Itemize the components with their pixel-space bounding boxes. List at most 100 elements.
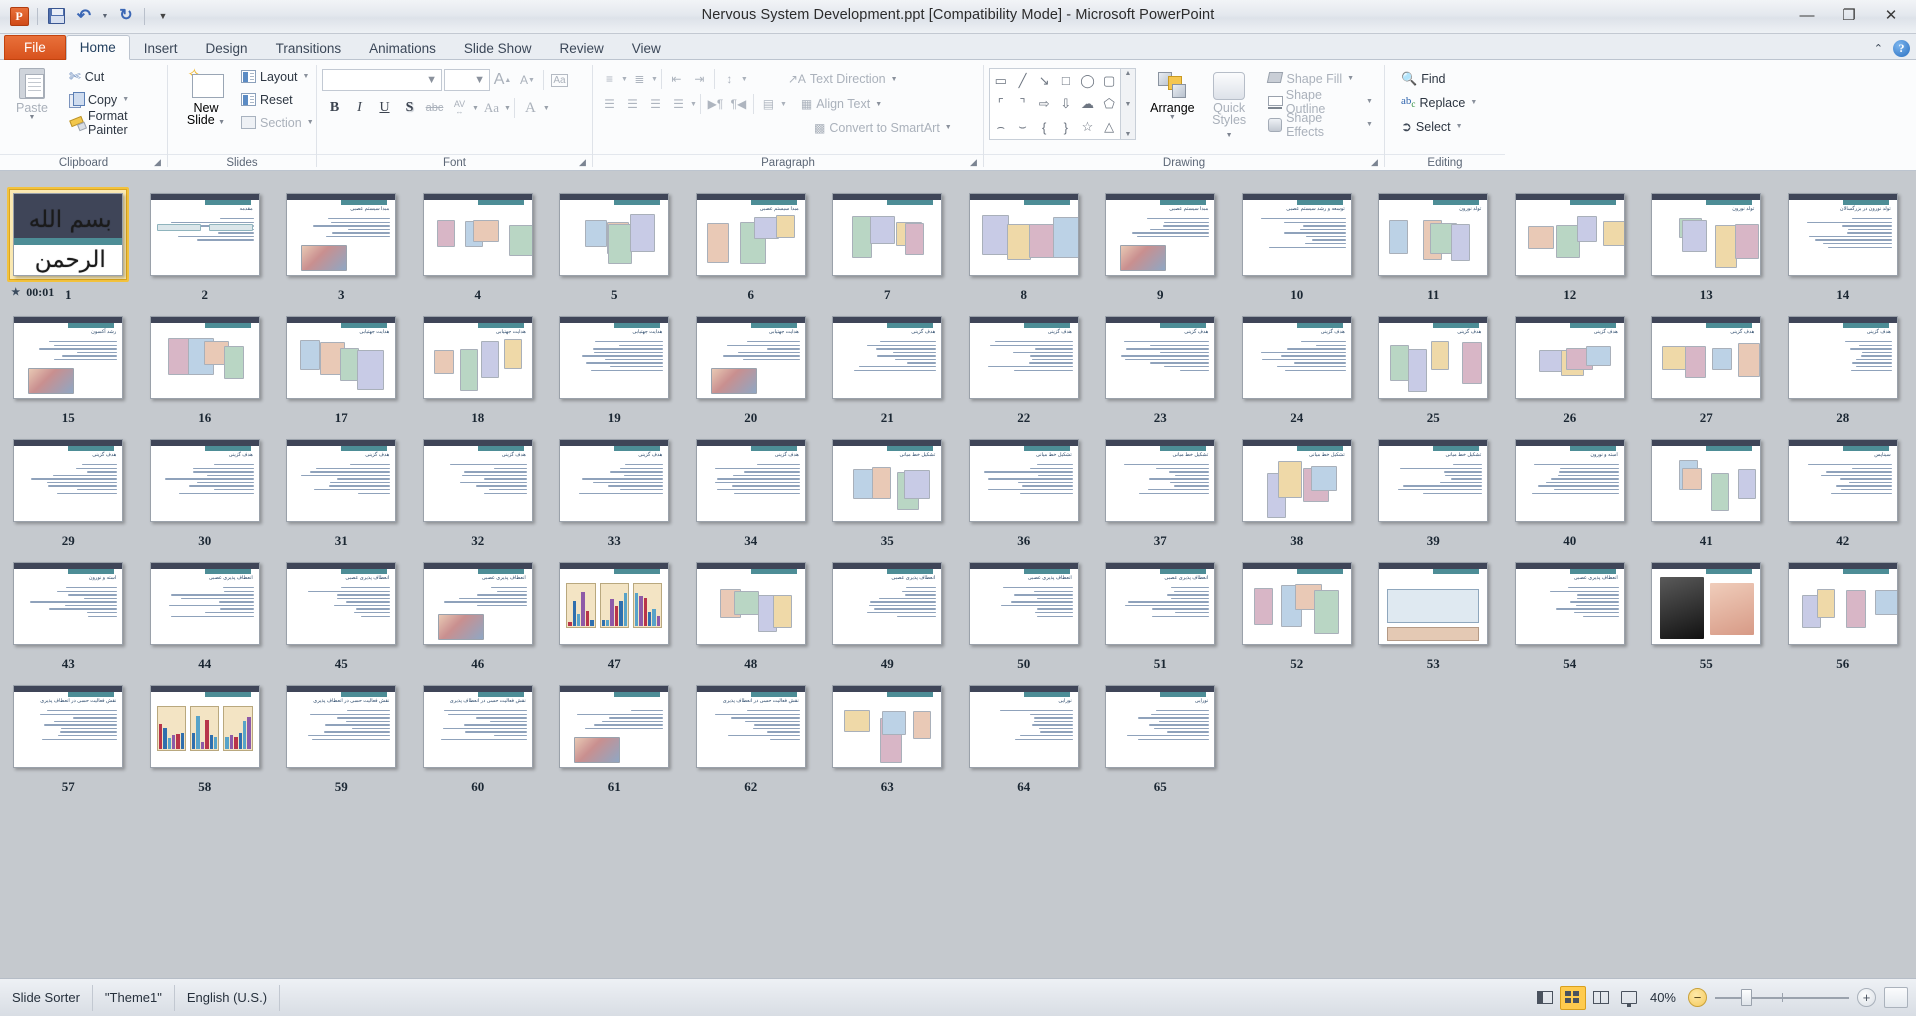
view-normal-button[interactable] xyxy=(1532,986,1558,1010)
shape-pentagon[interactable]: ⬠ xyxy=(1098,92,1120,115)
slide-thumbnail-55[interactable] xyxy=(1645,556,1767,651)
slide-thumbnail-17[interactable]: هدایت جهتیابی xyxy=(280,310,402,405)
slide-cell[interactable]: 5 xyxy=(546,180,683,303)
help-icon[interactable]: ? xyxy=(1893,40,1910,57)
slide-cell[interactable]: مبدا سیستم عصبی 6 xyxy=(683,180,820,303)
shapes-more-icon[interactable]: ▼ xyxy=(1125,131,1132,138)
shapes-scrollbar[interactable]: ▲ ▼ ▼ xyxy=(1121,68,1136,140)
shapes-grid[interactable]: ▭ ╱ ↘ □ ◯ ▢ ⌜ ⌝ ⇨ ⇩ ☁ ⬠ ⌢ ⌣ { } ☆ △ xyxy=(989,68,1121,140)
slide-thumbnail-46[interactable]: انعطاف پذیری عصبی xyxy=(417,556,539,651)
slide-thumbnail-4[interactable] xyxy=(417,187,539,282)
numbering-button[interactable]: ≣ xyxy=(628,68,651,90)
zoom-level-label[interactable]: 40% xyxy=(1644,990,1686,1005)
slide-thumbnail-41[interactable] xyxy=(1645,433,1767,528)
zoom-out-button[interactable]: − xyxy=(1688,988,1707,1007)
tab-review[interactable]: Review xyxy=(545,35,617,60)
slide-cell[interactable]: 63 xyxy=(819,672,956,795)
slide-cell[interactable]: هدایت جهتیابی 17 xyxy=(273,303,410,426)
slide-cell[interactable]: تولد نورون 13 xyxy=(1638,180,1775,303)
slide-cell[interactable]: 53 xyxy=(1365,549,1502,672)
copy-button[interactable]: Copy ▼ xyxy=(63,89,162,110)
slide-cell[interactable]: مبدا سیستم عصبی 3 xyxy=(273,180,410,303)
shapes-gallery[interactable]: ▭ ╱ ↘ □ ◯ ▢ ⌜ ⌝ ⇨ ⇩ ☁ ⬠ ⌢ ⌣ { } ☆ △ ▲ ▼ … xyxy=(989,68,1136,140)
format-painter-button[interactable]: Format Painter xyxy=(63,109,162,137)
slide-cell[interactable]: نقش فعالیت حسی در انعطاف پذیری 57 xyxy=(0,672,137,795)
reset-button[interactable]: Reset xyxy=(235,89,320,110)
slide-cell[interactable]: هدایت جهتیابی 20 xyxy=(683,303,820,426)
align-left-button[interactable]: ☰ xyxy=(598,93,621,115)
collapse-ribbon-icon[interactable]: ⌃ xyxy=(1874,42,1883,55)
slide-cell[interactable]: هدایت جهتیابی 19 xyxy=(546,303,683,426)
slide-thumbnail-32[interactable]: هدف گزینی xyxy=(417,433,539,528)
tab-file[interactable]: File xyxy=(4,35,66,60)
slide-thumbnail-19[interactable]: هدایت جهتیابی xyxy=(553,310,675,405)
slide-cell[interactable]: تشکیل خط میانی 35 xyxy=(819,426,956,549)
slide-sorter-pane[interactable]: بسم الله الرحمن الرحيم ★00:011مقدمه2مبدا… xyxy=(0,174,1916,978)
slide-cell[interactable]: هدف گزینی 34 xyxy=(683,426,820,549)
slide-thumbnail-48[interactable] xyxy=(690,556,812,651)
text-direction-button[interactable]: ↗A Text Direction ▼ xyxy=(782,69,904,90)
shape-fill-button[interactable]: Shape Fill ▼ xyxy=(1262,68,1379,89)
slide-thumbnail-26[interactable]: هدف گزینی xyxy=(1509,310,1631,405)
ltr-direction-button[interactable]: ▶¶ xyxy=(704,93,727,115)
slide-thumbnail-29[interactable]: هدف گزینی xyxy=(7,433,129,528)
slide-cell[interactable]: هدف گزینی 21 xyxy=(819,303,956,426)
view-reading-button[interactable] xyxy=(1588,986,1614,1010)
slide-cell[interactable]: نورایی 65 xyxy=(1092,672,1229,795)
slide-thumbnail-60[interactable]: نقش فعالیت حسی در انعطاف پذیری xyxy=(417,679,539,774)
shape-right-brace[interactable]: } xyxy=(1055,116,1077,139)
slide-thumbnail-52[interactable] xyxy=(1236,556,1358,651)
convert-smartart-button[interactable]: ▩ Convert to SmartArt ▼ xyxy=(808,117,958,138)
slide-thumbnail-63[interactable] xyxy=(826,679,948,774)
office-logo-icon[interactable]: P xyxy=(6,4,32,28)
slide-thumbnail-23[interactable]: هدف گزینی xyxy=(1099,310,1221,405)
customize-qat-icon[interactable]: ▼ xyxy=(150,4,176,28)
character-spacing-button[interactable]: AV ↔ xyxy=(447,96,472,120)
shrink-font-button[interactable]: A ▼ xyxy=(515,68,540,92)
shape-rectangle[interactable]: □ xyxy=(1055,69,1077,92)
shape-rounded-rect[interactable]: ▢ xyxy=(1098,69,1120,92)
tab-insert[interactable]: Insert xyxy=(130,35,192,60)
slide-cell[interactable]: هدف گزینی 27 xyxy=(1638,303,1775,426)
slide-cell[interactable]: 56 xyxy=(1775,549,1912,672)
slide-cell[interactable]: تشکیل خط میانی 36 xyxy=(956,426,1093,549)
shape-line[interactable]: ╱ xyxy=(1012,69,1034,92)
slide-thumbnail-7[interactable] xyxy=(826,187,948,282)
restore-button[interactable]: ❐ xyxy=(1828,3,1870,27)
shape-curve[interactable]: ⌣ xyxy=(1012,116,1034,139)
redo-icon[interactable]: ↻ xyxy=(113,4,139,28)
font-color-button[interactable]: A xyxy=(518,96,543,120)
slide-cell[interactable]: توسعه و رشد سیستم عصبی 10 xyxy=(1229,180,1366,303)
slide-cell[interactable]: 41 xyxy=(1638,426,1775,549)
slide-thumbnail-12[interactable] xyxy=(1509,187,1631,282)
shape-down-arrow[interactable]: ⇩ xyxy=(1055,92,1077,115)
slide-thumbnail-6[interactable]: مبدا سیستم عصبی xyxy=(690,187,812,282)
slide-cell[interactable]: هدف گزینی 23 xyxy=(1092,303,1229,426)
slide-thumbnail-33[interactable]: هدف گزینی xyxy=(553,433,675,528)
undo-icon[interactable]: ↶ xyxy=(71,4,97,28)
slide-thumbnail-31[interactable]: هدف گزینی xyxy=(280,433,402,528)
text-shadow-button[interactable]: S xyxy=(397,96,422,120)
slide-thumbnail-5[interactable] xyxy=(553,187,675,282)
slide-thumbnail-13[interactable]: تولد نورون xyxy=(1645,187,1767,282)
cut-button[interactable]: ✄ Cut xyxy=(63,66,162,87)
shape-left-brace[interactable]: { xyxy=(1033,116,1055,139)
slide-cell[interactable]: هدف گزینی 33 xyxy=(546,426,683,549)
slide-cell[interactable]: تشکیل خط میانی 39 xyxy=(1365,426,1502,549)
shape-right-arrow[interactable]: ⇨ xyxy=(1033,92,1055,115)
slide-thumbnail-42[interactable]: سیناپس xyxy=(1782,433,1904,528)
slide-cell[interactable]: نقش فعالیت حسی در انعطاف پذیری 62 xyxy=(683,672,820,795)
slide-cell[interactable]: نقش فعالیت حسی در انعطاف پذیری 59 xyxy=(273,672,410,795)
columns-button[interactable]: ▤ xyxy=(757,93,780,115)
slide-thumbnail-40[interactable]: استه و نورون xyxy=(1509,433,1631,528)
shape-oval[interactable]: ◯ xyxy=(1077,69,1099,92)
shape-rect-thin[interactable]: ▭ xyxy=(990,69,1012,92)
drawing-dialog-launcher-icon[interactable]: ◢ xyxy=(1369,157,1380,168)
slide-thumbnail-47[interactable] xyxy=(553,556,675,651)
slide-thumbnail-36[interactable]: تشکیل خط میانی xyxy=(963,433,1085,528)
slide-cell[interactable]: نورایی 64 xyxy=(956,672,1093,795)
find-button[interactable]: 🔍 Find xyxy=(1395,68,1452,89)
shapes-scroll-up-icon[interactable]: ▲ xyxy=(1125,70,1132,77)
slide-cell[interactable]: 58 xyxy=(137,672,274,795)
replace-button[interactable]: a​bc Replace ▼ xyxy=(1395,92,1483,113)
